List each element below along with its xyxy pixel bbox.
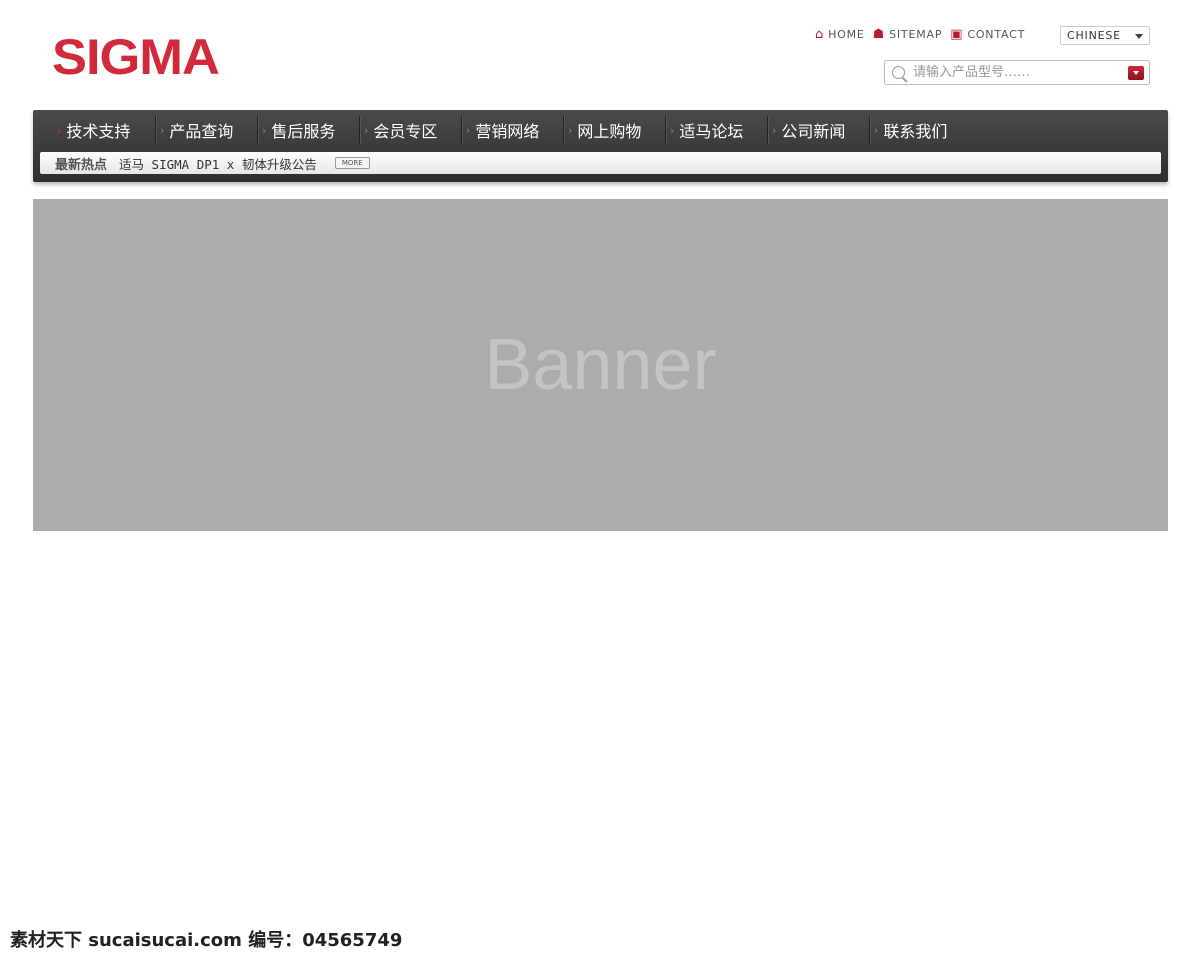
chevron-right-icon: › (364, 123, 369, 137)
more-button[interactable]: MORE (334, 157, 370, 169)
nav-item-label: 网上购物 (577, 122, 642, 141)
ticker-news-link[interactable]: 适马 SIGMA DP1 x 韧体升级公告 (119, 154, 317, 173)
sitemap-link[interactable]: ☗ SITEMAP (873, 27, 943, 42)
chevron-right-icon: › (262, 123, 267, 137)
chevron-right-icon: › (466, 123, 471, 137)
chevron-down-icon (1135, 34, 1143, 39)
nav-item-label: 联系我们 (883, 122, 948, 141)
home-icon: ⌂ (815, 27, 825, 42)
nav-item-label: 适马论坛 (679, 122, 744, 141)
nav-item-label: 营销网络 (475, 122, 540, 141)
chevron-right-icon: › (874, 123, 879, 137)
contact-icon: ▣ (950, 27, 964, 42)
sigma-logo[interactable]: SIGMA (52, 28, 220, 86)
language-value: CHINESE (1067, 29, 1121, 42)
home-label: HOME (828, 28, 865, 41)
chevron-right-icon: › (670, 123, 675, 137)
contact-label: CONTACT (967, 28, 1026, 41)
chevron-right-icon: › (57, 123, 62, 137)
chevron-right-icon: › (772, 123, 777, 137)
nav-item-0[interactable]: › 技术支持 (53, 116, 155, 144)
watermark: 素材天下 sucaisucai.com 编号：04565749 (10, 930, 403, 951)
top-links: ⌂ HOME ☗ SITEMAP ▣ CONTACT (815, 27, 1025, 42)
nav-item-label: 会员专区 (373, 122, 438, 141)
search-box (884, 60, 1150, 85)
nav-item-label: 售后服务 (271, 122, 336, 141)
nav-item-label: 产品查询 (169, 122, 234, 141)
nav-item-3[interactable]: › 会员专区 (359, 116, 461, 144)
search-dropdown-button[interactable] (1128, 66, 1144, 80)
nav-item-2[interactable]: › 售后服务 (257, 116, 359, 144)
contact-link[interactable]: ▣ CONTACT (950, 27, 1025, 42)
banner-text: Banner (484, 325, 717, 405)
search-icon (892, 66, 905, 79)
sitemap-icon: ☗ (872, 27, 886, 42)
search-input[interactable] (911, 64, 1115, 81)
ticker-label: 最新热点 (55, 157, 108, 173)
chevron-right-icon: › (160, 123, 165, 137)
nav-item-label: 技术支持 (66, 122, 131, 141)
nav-item-5[interactable]: › 网上购物 (563, 116, 665, 144)
home-link[interactable]: ⌂ HOME (815, 27, 865, 42)
nav-item-6[interactable]: › 适马论坛 (665, 116, 767, 144)
nav-item-1[interactable]: › 产品查询 (155, 116, 257, 144)
chevron-right-icon: › (568, 123, 573, 137)
nav-item-7[interactable]: › 公司新闻 (767, 116, 869, 144)
sitemap-label: SITEMAP (889, 28, 943, 41)
language-select[interactable]: CHINESE (1060, 26, 1150, 45)
main-nav: › 技术支持 › 产品查询 › 售后服务 › 会员专区 › 营销网络 › 网上购物 › 适马论坛 › 公司新闻… (33, 110, 1168, 182)
nav-item-8[interactable]: › 联系我们 (869, 116, 971, 144)
banner[interactable]: Banner (33, 199, 1168, 531)
nav-item-label: 公司新闻 (781, 122, 846, 141)
nav-item-4[interactable]: › 营销网络 (461, 116, 563, 144)
news-ticker: 最新热点 适马 SIGMA DP1 x 韧体升级公告 MORE (40, 152, 1161, 174)
